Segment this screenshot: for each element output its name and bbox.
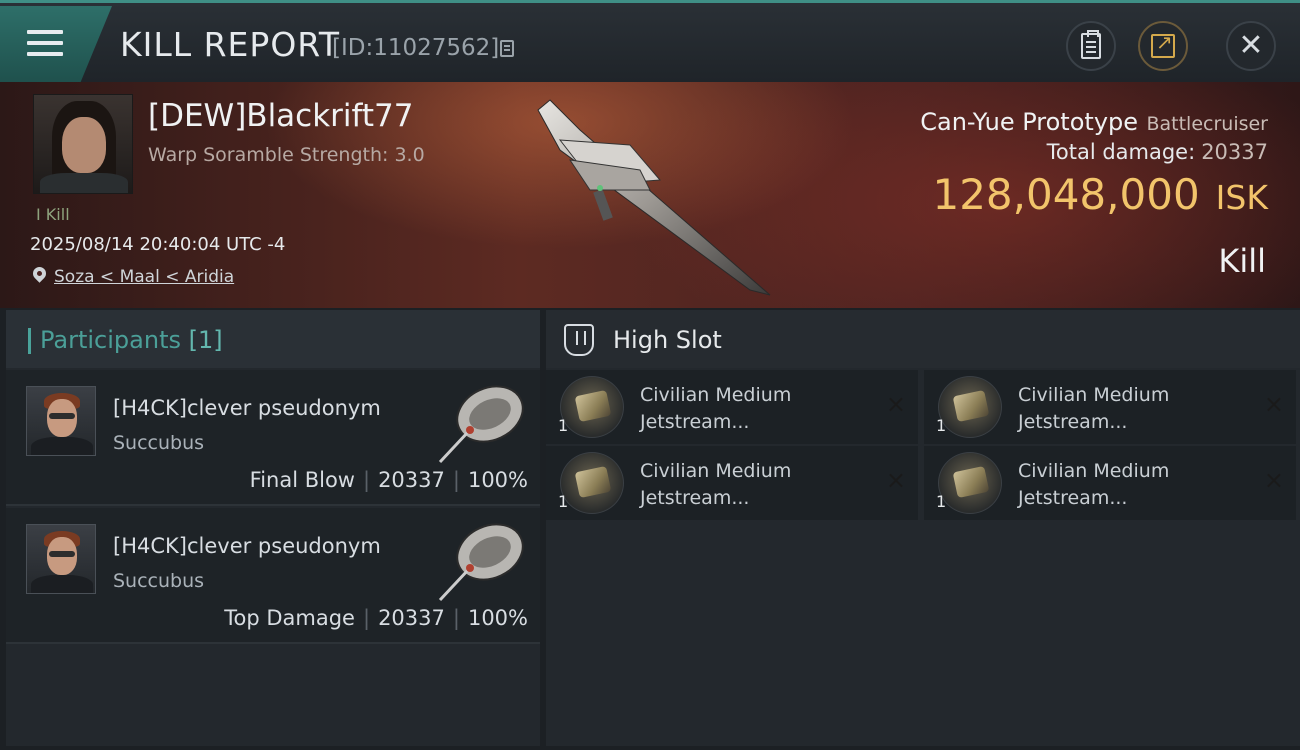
kill-tag: I Kill [36, 205, 70, 224]
fitting-item[interactable]: 1 Civilian Medium Jetstream... × [924, 370, 1296, 444]
fitting-item[interactable]: 1 Civilian Medium Jetstream... × [546, 446, 918, 520]
participant-role: Final Blow [249, 468, 355, 492]
victim-ship-image [537, 99, 771, 296]
participant-row[interactable]: [H4CK]clever pseudonym Succubus Final Bl… [6, 370, 540, 506]
participants-count: [1] [188, 326, 223, 354]
module-icon [560, 376, 624, 438]
menu-button[interactable] [0, 6, 112, 82]
item-name: Civilian Medium Jetstream... [640, 460, 792, 509]
module-icon [938, 376, 1002, 438]
item-quantity: 1 [936, 492, 947, 511]
close-icon: ✕ [1238, 29, 1264, 62]
fitting-panel: High Slot 1 Civilian Medium Jetstream...… [546, 310, 1300, 746]
location-pin-icon [30, 264, 49, 283]
share-icon [1151, 30, 1175, 58]
participant-damage: 20337 [378, 468, 445, 492]
kill-timestamp: 2025/08/14 20:40:04 UTC -4 [30, 234, 286, 255]
participant-stats: Top Damage | 20337 | 100% [224, 606, 528, 630]
page-title: KILL REPORT [120, 25, 340, 64]
destroyed-x-icon: × [1263, 466, 1284, 494]
participant-damage: 20337 [378, 606, 445, 630]
high-slot-title: High Slot [613, 326, 722, 354]
participant-percent: 100% [467, 468, 528, 492]
clipboard-icon [1081, 30, 1101, 59]
participant-row[interactable]: [H4CK]clever pseudonym Succubus Top Dama… [6, 508, 540, 644]
participant-role: Top Damage [224, 606, 355, 630]
menu-icon [27, 30, 63, 58]
kill-outcome: Kill [1218, 242, 1266, 280]
participant-ship: Succubus [113, 570, 205, 592]
copy-icon[interactable] [500, 40, 514, 57]
total-damage-value: 20337 [1201, 140, 1268, 164]
location-link[interactable]: Soza < Maal < Aridia [54, 267, 234, 287]
fitting-item[interactable]: 1 Civilian Medium Jetstream... × [924, 446, 1296, 520]
close-button[interactable]: ✕ [1226, 21, 1276, 71]
item-quantity: 1 [558, 416, 569, 435]
participant-ship-image [438, 523, 524, 602]
destroyed-x-icon: × [885, 390, 906, 418]
participant-name: [H4CK]clever pseudonym [113, 534, 381, 558]
victim-avatar[interactable] [33, 94, 133, 194]
participant-name: [H4CK]clever pseudonym [113, 396, 381, 420]
participant-stats: Final Blow | 20337 | 100% [249, 468, 528, 492]
victim-ship-class: Battlecruiser [1146, 113, 1268, 135]
item-name: Civilian Medium Jetstream... [640, 384, 792, 433]
top-bar: KILL REPORT [ID:11027562] ✕ [0, 0, 1300, 82]
item-name: Civilian Medium Jetstream... [1018, 384, 1170, 433]
victim-ship-name[interactable]: Can-Yue Prototype [920, 108, 1138, 136]
victim-banner: [DEW]Blackrift77 Warp Soramble Strength:… [0, 82, 1300, 308]
participant-avatar[interactable] [26, 386, 96, 456]
fitting-item[interactable]: 1 Civilian Medium Jetstream... × [546, 370, 918, 444]
item-quantity: 1 [558, 492, 569, 511]
high-slot-header: High Slot [546, 310, 1300, 368]
item-quantity: 1 [936, 416, 947, 435]
victim-name[interactable]: [DEW]Blackrift77 [148, 98, 414, 134]
victim-ship-line: Can-Yue Prototype Battlecruiser [920, 108, 1268, 136]
participants-title: Participants [1] [40, 326, 223, 354]
isk-value-line: 128,048,000 ISK [932, 170, 1268, 219]
isk-unit: ISK [1215, 178, 1268, 217]
participants-header: Participants [1] [6, 310, 540, 368]
participant-percent: 100% [467, 606, 528, 630]
item-name: Civilian Medium Jetstream... [1018, 460, 1170, 509]
header-accent-bar [28, 328, 31, 354]
module-icon [560, 452, 624, 514]
destroyed-x-icon: × [885, 466, 906, 494]
participant-ship: Succubus [113, 432, 205, 454]
participants-panel: Participants [1] [H4CK]clever pseudonym … [6, 310, 540, 746]
module-icon [938, 452, 1002, 514]
warp-scramble-strength: Warp Soramble Strength: 3.0 [148, 144, 425, 166]
total-damage-label: Total damage: [1046, 140, 1196, 164]
isk-value: 128,048,000 [932, 170, 1200, 219]
participant-ship-image [438, 385, 524, 464]
clipboard-button[interactable] [1066, 21, 1116, 71]
participant-avatar[interactable] [26, 524, 96, 594]
high-slot-icon [564, 324, 594, 356]
destroyed-x-icon: × [1263, 390, 1284, 418]
report-id: [ID:11027562] [332, 35, 500, 61]
total-damage: Total damage: 20337 [1047, 140, 1268, 164]
share-button[interactable] [1138, 21, 1188, 71]
